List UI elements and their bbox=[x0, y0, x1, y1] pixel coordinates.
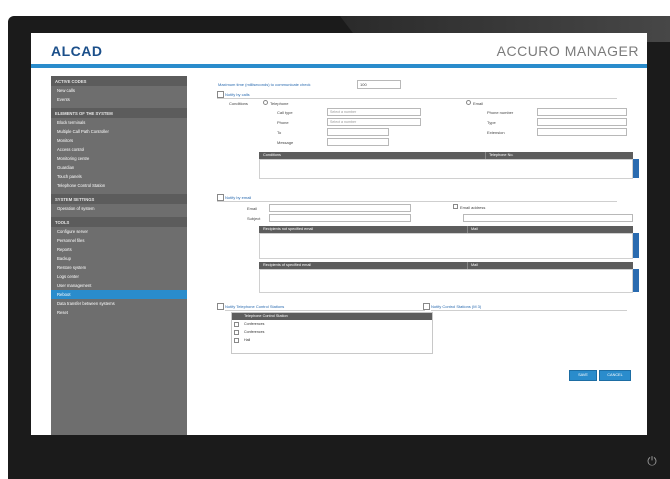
column-header: Recipients of specified email bbox=[263, 263, 312, 267]
sidebar-item-configure-server[interactable]: Configure server bbox=[51, 227, 187, 236]
list-item-label: Conferences bbox=[244, 322, 265, 326]
row-checkbox[interactable] bbox=[234, 330, 239, 335]
to-input[interactable] bbox=[327, 128, 389, 136]
table-scrollbar[interactable] bbox=[633, 233, 639, 258]
type-input[interactable] bbox=[537, 118, 627, 126]
sidebar-item-new-calls[interactable]: New calls bbox=[51, 86, 187, 95]
field-label: Type bbox=[487, 120, 496, 125]
email-table-body bbox=[259, 233, 633, 259]
conditions-table-body bbox=[259, 159, 633, 179]
sidebar-item-monitors[interactable]: Monitors bbox=[51, 136, 187, 145]
message-input[interactable] bbox=[327, 138, 389, 146]
screen: ALCAD ACCURO MANAGER ACTIVE CODES New ca… bbox=[31, 33, 647, 435]
field-label: Subject bbox=[247, 216, 261, 221]
sidebar: ACTIVE CODES New calls Events ELEMENTS O… bbox=[51, 76, 187, 435]
list-item[interactable]: Hall bbox=[232, 337, 432, 343]
notify-stations-label: Notify Telephone Control Stations bbox=[225, 304, 285, 309]
timeout-label: Maximum time (milliseconds) to communica… bbox=[218, 82, 311, 87]
notify-calls-checkbox[interactable] bbox=[217, 91, 224, 98]
sidebar-item-backup[interactable]: Backup bbox=[51, 254, 187, 263]
sidebar-item-guardian[interactable]: Guardian bbox=[51, 163, 187, 172]
sidebar-item-reports[interactable]: Reports bbox=[51, 245, 187, 254]
sidebar-item-monitoring-centre[interactable]: Monitoring centre bbox=[51, 154, 187, 163]
row-checkbox[interactable] bbox=[234, 322, 239, 327]
sidebar-section-title: ACTIVE CODES bbox=[51, 76, 187, 86]
field-label: Email bbox=[247, 206, 258, 211]
sidebar-item-reset[interactable]: Reset bbox=[51, 308, 187, 317]
table-scrollbar[interactable] bbox=[633, 269, 639, 292]
sidebar-item-user-management[interactable]: User management bbox=[51, 281, 187, 290]
recipients-table-header: Recipients of specified email Mail bbox=[259, 262, 633, 269]
sidebar-item-reboot[interactable]: Reboot bbox=[51, 290, 187, 299]
timeout-input[interactable]: 100 bbox=[357, 80, 401, 89]
telephone-radio[interactable] bbox=[263, 100, 268, 105]
row-checkbox[interactable] bbox=[234, 338, 239, 343]
call-type-select[interactable]: Select a number bbox=[327, 108, 421, 116]
conditions-table-header: Conditions Telephone No. bbox=[259, 152, 633, 159]
notify-email-checkbox[interactable] bbox=[217, 194, 224, 201]
brand-logo: ALCAD bbox=[51, 43, 103, 59]
notify-email-label: Notify by email bbox=[225, 195, 252, 200]
conditions-label: Conditions bbox=[229, 101, 248, 106]
sidebar-item-logs[interactable]: Logs center bbox=[51, 272, 187, 281]
cancel-button[interactable]: CANCEL bbox=[599, 370, 631, 381]
column-header: Telephone No. bbox=[485, 152, 514, 159]
sidebar-item-call-path[interactable]: Multiple Call Path Controller bbox=[51, 127, 187, 136]
list-item-label: Hall bbox=[244, 338, 251, 342]
stations-list: Telephone Control Station Conferences Co… bbox=[231, 312, 433, 354]
save-button[interactable]: SAVE bbox=[569, 370, 597, 381]
sidebar-item-operation[interactable]: Operation of system bbox=[51, 204, 187, 213]
notify-control-checkbox[interactable] bbox=[423, 303, 430, 310]
sidebar-item-telephone-station[interactable]: Telephone Control Station bbox=[51, 181, 187, 190]
column-header: Mail bbox=[467, 262, 478, 269]
column-header: Recipients not specified email bbox=[263, 227, 314, 231]
phone-number-input[interactable] bbox=[537, 108, 627, 116]
sidebar-section-title: SYSTEM SETTINGS bbox=[51, 194, 187, 204]
sidebar-item-block-terminals[interactable]: Block terminals bbox=[51, 118, 187, 127]
app-title: ACCURO MANAGER bbox=[496, 43, 639, 59]
notify-calls-label: Notify by calls bbox=[225, 92, 250, 97]
email-table-header: Recipients not specified email Mail bbox=[259, 226, 633, 233]
header-accent-bar bbox=[31, 64, 647, 68]
email-option-checkbox[interactable] bbox=[453, 204, 458, 209]
notify-stations-checkbox[interactable] bbox=[217, 303, 224, 310]
app-header: ALCAD ACCURO MANAGER bbox=[31, 33, 647, 61]
email-input[interactable] bbox=[269, 204, 411, 212]
list-item[interactable]: Conferences bbox=[232, 329, 432, 335]
list-item-label: Conferences bbox=[244, 330, 265, 334]
email-address-input[interactable] bbox=[463, 214, 633, 222]
field-label: To bbox=[277, 130, 282, 135]
column-header: Mail bbox=[467, 226, 478, 233]
sidebar-item-access-control[interactable]: Access control bbox=[51, 145, 187, 154]
sidebar-item-data-transfer[interactable]: Data transfer between systems bbox=[51, 299, 187, 308]
recipients-table-body bbox=[259, 269, 633, 293]
field-label: Email address bbox=[460, 205, 486, 210]
stations-list-header: Telephone Control Station bbox=[232, 313, 432, 320]
notify-control-label: Notify Control Stations (M 3) bbox=[431, 304, 482, 309]
email-radio[interactable] bbox=[466, 100, 471, 105]
column-header: Conditions bbox=[263, 153, 281, 157]
phone-select[interactable]: Select a number bbox=[327, 118, 421, 126]
sidebar-item-restore[interactable]: Restore system bbox=[51, 263, 187, 272]
field-label: Phone number bbox=[487, 110, 514, 115]
sidebar-item-touch-panels[interactable]: Touch panels bbox=[51, 172, 187, 181]
sidebar-section-title: ELEMENTS OF THE SYSTEM bbox=[51, 108, 187, 118]
field-label: Phone bbox=[277, 120, 289, 125]
main-content: Maximum time (milliseconds) to communica… bbox=[187, 76, 647, 435]
table-scrollbar[interactable] bbox=[633, 159, 639, 178]
field-label: Extension bbox=[487, 130, 505, 135]
telephone-radio-label: Telephone bbox=[270, 101, 289, 106]
field-label: Message bbox=[277, 140, 294, 145]
email-radio-label: Email bbox=[473, 101, 484, 106]
extension-input[interactable] bbox=[537, 128, 627, 136]
sidebar-section-title: TOOLS bbox=[51, 217, 187, 227]
list-item[interactable]: Conferences bbox=[232, 321, 432, 327]
sidebar-item-events[interactable]: Events bbox=[51, 95, 187, 104]
power-icon[interactable]: ⏻ bbox=[646, 455, 658, 467]
sidebar-item-personnel[interactable]: Personnel files bbox=[51, 236, 187, 245]
field-label: Call type bbox=[277, 110, 293, 115]
subject-input[interactable] bbox=[269, 214, 411, 222]
